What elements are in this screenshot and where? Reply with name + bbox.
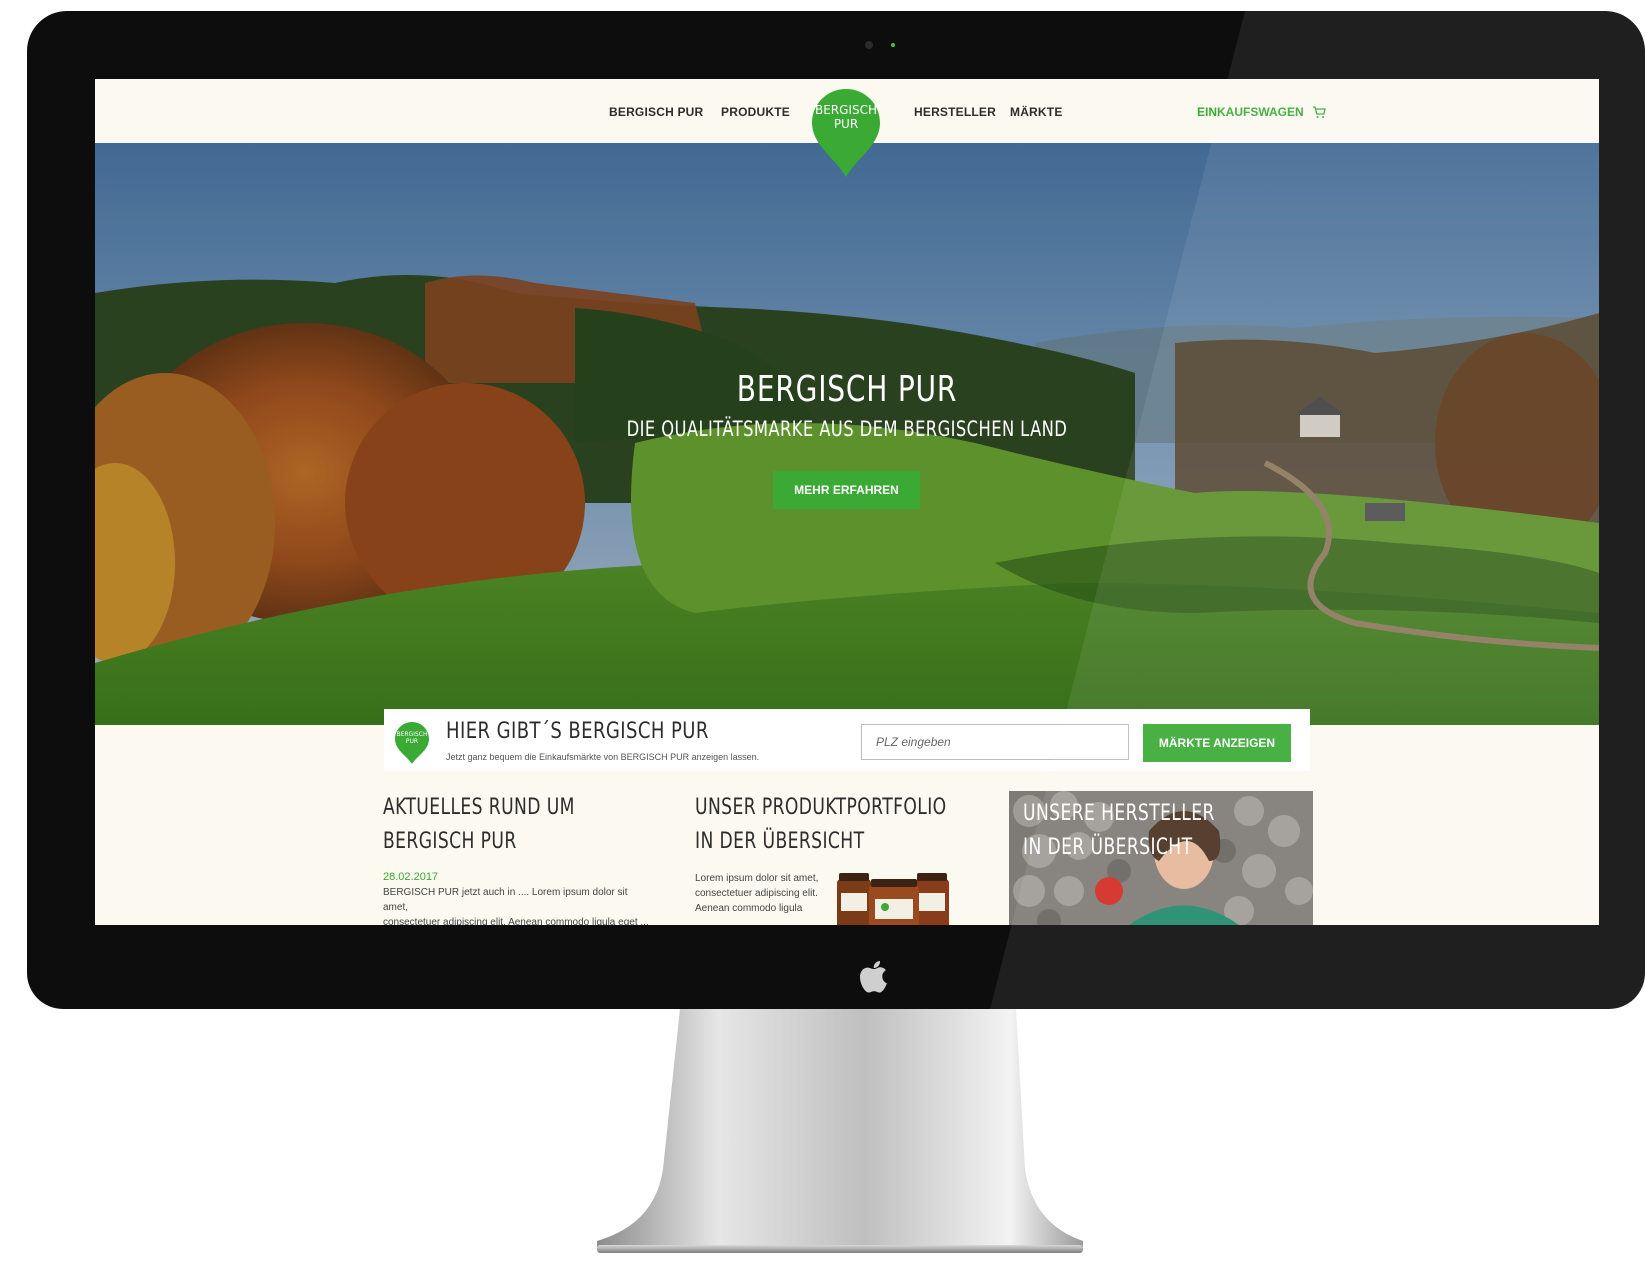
- nav-bergisch-pur[interactable]: BERGISCH PUR: [609, 105, 703, 119]
- portfolio-title-line-2: IN DER ÜBERSICHT: [695, 829, 865, 854]
- portfolio-card[interactable]: UNSER PRODUKTPORTFOLIO IN DER ÜBERSICHT …: [695, 791, 985, 925]
- brand-logo[interactable]: [810, 87, 882, 179]
- postal-code-input[interactable]: [861, 724, 1129, 760]
- hero-title: BERGISCH PUR: [736, 369, 958, 410]
- brand-badge-text: BERGISCH PUR: [394, 731, 430, 745]
- market-finder-bar: BERGISCH PUR HIER GIBT´S BERGISCH PUR Je…: [384, 709, 1310, 771]
- badge-line-2: PUR: [405, 738, 419, 745]
- nav-produkte[interactable]: PRODUKTE: [721, 105, 790, 119]
- portfolio-excerpt-line-2: consectetuer adipiscing elit.: [695, 888, 818, 899]
- portfolio-excerpt-line-3: Aenean commodo ligula: [695, 903, 803, 914]
- portfolio-title: UNSER PRODUKTPORTFOLIO IN DER ÜBERSICHT: [695, 791, 947, 859]
- portfolio-excerpt-line-1: Lorem ipsum dolor sit amet,: [695, 873, 819, 884]
- cart-link[interactable]: EINKAUFSWAGEN: [1197, 105, 1326, 119]
- producers-card[interactable]: UNSERE HERSTELLER IN DER ÜBERSICHT: [1009, 791, 1313, 925]
- show-markets-button[interactable]: MÄRKTE ANZEIGEN: [1143, 724, 1291, 762]
- camera-led: [891, 43, 895, 47]
- nav-hersteller[interactable]: HERSTELLER: [914, 105, 996, 119]
- apple-logo-icon: [860, 961, 887, 993]
- logo-line-1: BERGISCH: [814, 103, 877, 117]
- hero-subtitle: DIE QUALITÄTSMARKE AUS DEM BERGISCHEN LA…: [626, 417, 1068, 441]
- news-date: 28.02.2017: [383, 871, 439, 883]
- portfolio-excerpt: Lorem ipsum dolor sit amet, consectetuer…: [695, 871, 825, 916]
- brand-logo-text: BERGISCH PUR: [810, 103, 882, 131]
- shopping-cart-icon: [1312, 106, 1326, 118]
- badge-line-1: BERGISCH: [396, 731, 428, 738]
- hero-banner: BERGISCH PUR DIE QUALITÄTSMARKE AUS DEM …: [95, 143, 1599, 725]
- news-excerpt-line-1: BERGISCH PUR jetzt auch in .... Lorem ip…: [383, 887, 628, 913]
- news-card[interactable]: AKTUELLES RUND UM BERGISCH PUR 28.02.201…: [383, 791, 673, 925]
- camera: [865, 41, 873, 49]
- finder-subtitle: Jetzt ganz bequem die Einkaufsmärkte von…: [446, 752, 760, 762]
- producers-title-line-2: IN DER ÜBERSICHT: [1023, 835, 1193, 860]
- logo-line-2: PUR: [833, 117, 859, 131]
- news-excerpt: BERGISCH PUR jetzt auch in .... Lorem ip…: [383, 885, 653, 925]
- product-jars-image: [837, 873, 949, 925]
- news-title: AKTUELLES RUND UM BERGISCH PUR: [383, 791, 609, 859]
- monitor-stand: [597, 1009, 1083, 1253]
- more-info-button[interactable]: MEHR ERFAHREN: [773, 471, 920, 509]
- producers-title-line-1: UNSERE HERSTELLER: [1023, 801, 1215, 826]
- portfolio-title-line-1: UNSER PRODUKTPORTFOLIO: [695, 795, 947, 820]
- finder-title: HIER GIBT´S BERGISCH PUR: [446, 719, 709, 744]
- news-title-line-1: AKTUELLES RUND UM: [383, 795, 575, 820]
- news-title-line-2: BERGISCH PUR: [383, 829, 517, 854]
- cart-label: EINKAUFSWAGEN: [1197, 105, 1304, 119]
- producers-title: UNSERE HERSTELLER IN DER ÜBERSICHT: [1023, 797, 1215, 865]
- browser-screen: BERGISCH PUR PRODUKTE HERSTELLER MÄRKTE …: [95, 79, 1599, 925]
- nav-maerkte[interactable]: MÄRKTE: [1010, 105, 1063, 119]
- news-excerpt-line-2: consectetuer adipiscing elit. Aenean com…: [383, 917, 649, 925]
